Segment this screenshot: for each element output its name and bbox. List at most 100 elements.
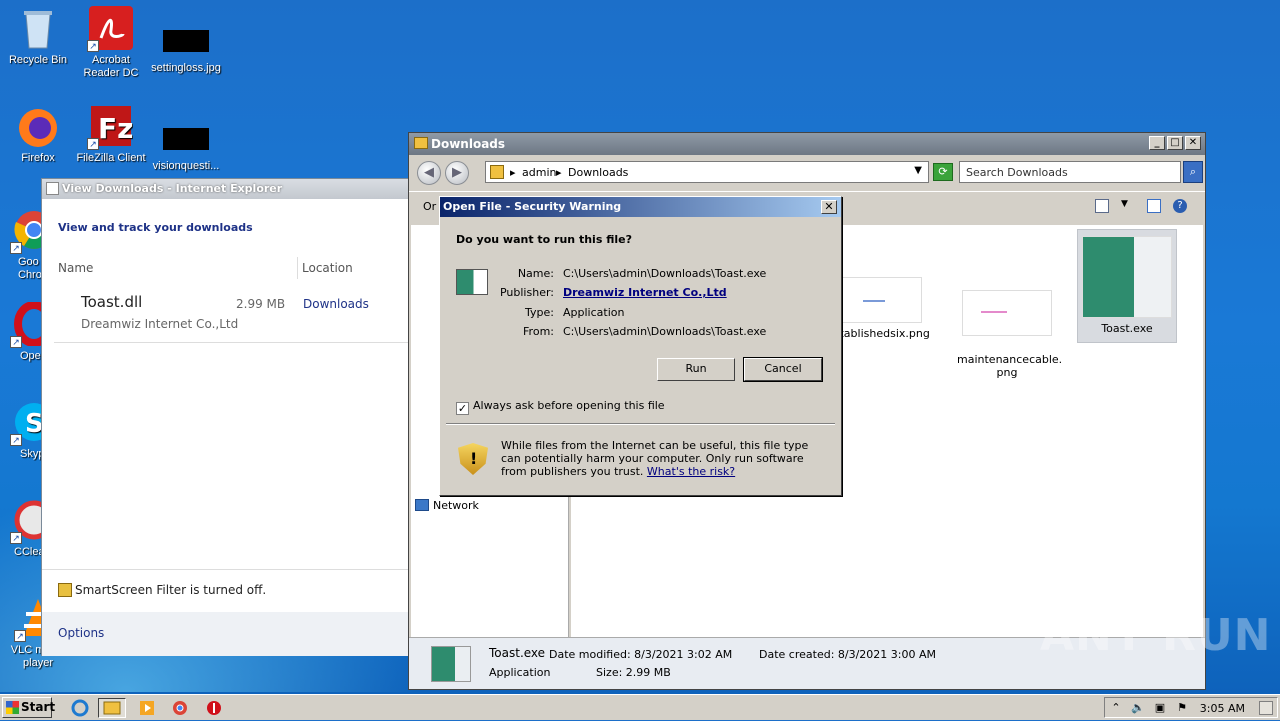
always-ask-checkbox[interactable]: ✓ Always ask before opening this file bbox=[456, 399, 665, 415]
folder-icon bbox=[414, 137, 428, 149]
run-button[interactable]: Run bbox=[657, 358, 735, 381]
explorer-title: Downloads bbox=[431, 137, 506, 151]
cancel-button[interactable]: Cancel bbox=[743, 357, 823, 382]
download-filename: Toast.dll bbox=[81, 293, 143, 311]
show-desktop-button[interactable] bbox=[1259, 701, 1273, 715]
organize-menu[interactable]: Or bbox=[423, 200, 436, 213]
download-size: 2.99 MB bbox=[236, 297, 286, 311]
chevron-right-icon[interactable]: ▸ bbox=[556, 166, 562, 179]
col-location-header[interactable]: Location bbox=[302, 261, 353, 275]
maximize-button[interactable]: □ bbox=[1167, 136, 1183, 150]
desktop-icon-acrobat[interactable]: ↗ Acrobat Reader DC bbox=[73, 6, 149, 80]
details-filename: Toast.exe bbox=[489, 646, 546, 660]
refresh-icon[interactable]: ⟳ bbox=[933, 163, 953, 181]
back-button[interactable]: ◀ bbox=[417, 161, 441, 185]
chrome-icon bbox=[173, 701, 187, 715]
minimize-button[interactable]: _ bbox=[1149, 136, 1165, 150]
exe-thumbnail bbox=[1082, 236, 1172, 318]
download-item[interactable]: Toast.dll 2.99 MB Downloads Dreamwiz Int… bbox=[54, 287, 410, 343]
chevron-down-icon[interactable]: ▼ bbox=[1121, 199, 1135, 213]
value-name: C:\Users\admin\Downloads\Toast.exe bbox=[563, 267, 767, 280]
taskbar-opera[interactable] bbox=[198, 698, 226, 718]
skype-icon: S ↗ bbox=[10, 400, 44, 446]
explorer-titlebar[interactable]: Downloads _ □ ✕ bbox=[409, 133, 1205, 155]
search-icon[interactable]: ⌕ bbox=[1183, 161, 1203, 183]
search-placeholder: Search Downloads bbox=[966, 166, 1068, 179]
shortcut-arrow-icon: ↗ bbox=[87, 138, 99, 150]
shortcut-arrow-icon: ↗ bbox=[10, 532, 22, 544]
desktop-icon-opera[interactable]: ↗ Ope bbox=[0, 302, 44, 363]
show-hidden-icons-chevron-icon[interactable]: ⌃ bbox=[1109, 701, 1123, 715]
exe-icon bbox=[431, 646, 471, 682]
label-type: Type: bbox=[525, 306, 554, 319]
folder-icon bbox=[490, 165, 504, 179]
ccleaner-icon: ↗ bbox=[10, 498, 44, 544]
ie-titlebar[interactable]: View Downloads - Internet Explorer bbox=[42, 179, 410, 199]
dialog-close-button[interactable]: ✕ bbox=[821, 200, 837, 214]
chevron-right-icon[interactable]: ▸ bbox=[510, 166, 516, 179]
image-thumbnail bbox=[962, 290, 1052, 336]
window-controls: _ □ ✕ bbox=[1149, 136, 1201, 150]
network-tray-icon[interactable]: ▣ bbox=[1153, 701, 1167, 715]
label-from: From: bbox=[523, 325, 554, 338]
taskbar-chrome[interactable] bbox=[166, 698, 194, 718]
details-type: Application bbox=[489, 666, 551, 679]
file-item-selected[interactable]: Toast.exe bbox=[1077, 229, 1177, 343]
desktop-icon-visionquesti[interactable]: visionquesti... bbox=[148, 116, 224, 173]
help-icon[interactable]: ? bbox=[1173, 199, 1187, 213]
nav-network[interactable]: Network bbox=[433, 499, 479, 512]
dialog-question: Do you want to run this file? bbox=[456, 233, 632, 246]
ie-window-icon bbox=[46, 182, 59, 195]
desktop-icon-ccleaner[interactable]: ↗ CClea bbox=[0, 498, 44, 559]
warning-text: While files from the Internet can be use… bbox=[501, 439, 821, 478]
shortcut-arrow-icon: ↗ bbox=[10, 336, 22, 348]
redacted-thumbnail bbox=[163, 30, 209, 52]
taskbar-ie[interactable] bbox=[66, 698, 94, 718]
desktop-icon-filezilla[interactable]: Fz ↗ FileZilla Client bbox=[73, 104, 149, 165]
breadcrumb-admin[interactable]: admin bbox=[522, 166, 556, 179]
taskbar-media-player[interactable] bbox=[134, 698, 162, 718]
views-icon[interactable] bbox=[1095, 199, 1109, 213]
address-bar[interactable]: ▸ admin ▸ Downloads ▼ bbox=[485, 161, 929, 183]
desktop-icon-skype[interactable]: S ↗ Skyp bbox=[0, 400, 44, 461]
clock[interactable]: 3:05 AM bbox=[1200, 702, 1245, 715]
recycle-bin-icon bbox=[16, 6, 60, 50]
ie-options-bar: Options bbox=[42, 612, 410, 656]
checkbox-checked-icon[interactable]: ✓ bbox=[456, 402, 469, 415]
svg-text:Fz: Fz bbox=[98, 112, 133, 145]
forward-button[interactable]: ▶ bbox=[445, 161, 469, 185]
explorer-navbar: ◀ ▶ ▸ admin ▸ Downloads ▼ ⟳ Search Downl… bbox=[409, 157, 1205, 189]
anyrun-watermark: ANY RUN bbox=[1040, 610, 1272, 661]
chrome-icon: ↗ bbox=[10, 208, 44, 254]
smartscreen-status: SmartScreen Filter is turned off. bbox=[58, 583, 266, 597]
taskbar-explorer[interactable] bbox=[98, 698, 126, 718]
filezilla-icon: Fz ↗ bbox=[87, 104, 133, 150]
download-location-link[interactable]: Downloads bbox=[303, 297, 369, 311]
breadcrumb-downloads[interactable]: Downloads bbox=[568, 166, 628, 179]
preview-pane-icon[interactable] bbox=[1147, 199, 1161, 213]
column-divider[interactable] bbox=[297, 257, 298, 279]
desktop-icon-settingloss[interactable]: settingloss.jpg bbox=[148, 18, 224, 75]
close-button[interactable]: ✕ bbox=[1185, 136, 1201, 150]
divider bbox=[42, 569, 410, 570]
dialog-titlebar[interactable]: Open File - Security Warning ✕ bbox=[440, 197, 841, 217]
ie-column-header: Name Location bbox=[54, 257, 410, 279]
start-button[interactable]: Start bbox=[2, 697, 56, 718]
opera-icon: ↗ bbox=[10, 302, 44, 348]
volume-icon[interactable]: 🔈 bbox=[1131, 701, 1145, 715]
ie-downloads-window: View Downloads - Internet Explorer View … bbox=[41, 178, 411, 656]
desktop-icon-recycle-bin[interactable]: Recycle Bin bbox=[0, 6, 76, 67]
ie-window-title: View Downloads - Internet Explorer bbox=[62, 182, 283, 195]
file-item[interactable]: establishedsix.png bbox=[827, 277, 930, 340]
options-link[interactable]: Options bbox=[58, 626, 104, 640]
chevron-down-icon[interactable]: ▼ bbox=[914, 165, 922, 176]
search-input[interactable]: Search Downloads bbox=[959, 161, 1181, 183]
col-name-header[interactable]: Name bbox=[58, 261, 93, 275]
publisher-link[interactable]: Dreamwiz Internet Co.,Ltd bbox=[563, 286, 727, 299]
desktop-icon-firefox[interactable]: Firefox bbox=[0, 104, 76, 165]
file-item[interactable]: maintenancecable. png bbox=[957, 277, 1062, 392]
action-center-flag-icon[interactable]: ⚑ bbox=[1175, 701, 1189, 715]
whats-the-risk-link[interactable]: What's the risk? bbox=[647, 465, 735, 478]
desktop-icon-chrome[interactable]: ↗ Goo Chro bbox=[0, 208, 44, 282]
start-label: Start bbox=[21, 700, 56, 714]
